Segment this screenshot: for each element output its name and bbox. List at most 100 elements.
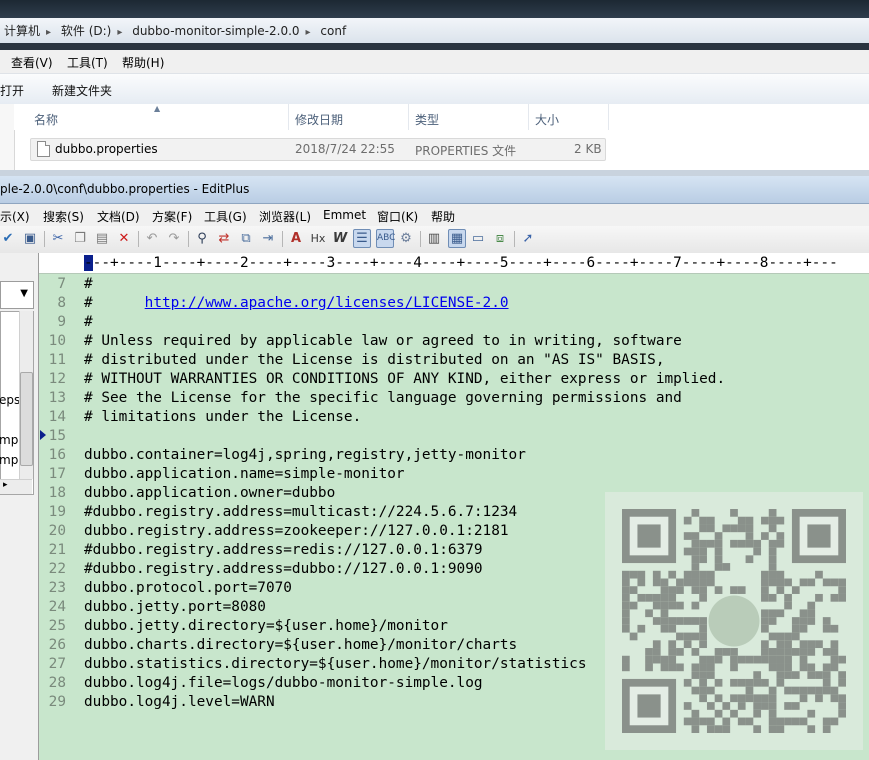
settings-icon[interactable]: ⚙	[398, 230, 414, 247]
code-text: # distributed under the License is distr…	[84, 352, 665, 368]
menu-display[interactable]: 示(X)	[0, 208, 30, 225]
navigation-pane[interactable]	[0, 104, 15, 170]
column-divider[interactable]	[528, 104, 529, 130]
code-line[interactable]: #	[84, 313, 93, 332]
menu-document[interactable]: 文档(D)	[97, 208, 140, 225]
new-folder-button[interactable]: 新建文件夹	[52, 82, 112, 99]
sidebar-item[interactable]: mp	[0, 433, 18, 447]
code-line[interactable]: dubbo.jetty.port=8080	[84, 598, 266, 617]
code-text: # WITHOUT WARRANTIES OR CONDITIONS OF AN…	[84, 371, 726, 387]
directory-window-icon[interactable]: ▦	[448, 229, 466, 248]
column-divider[interactable]	[288, 104, 289, 130]
line-number: 29	[48, 694, 66, 710]
code-line[interactable]: dubbo.protocol.port=7070	[84, 579, 292, 598]
cut-icon[interactable]: ✂	[50, 230, 66, 247]
breadcrumb-conf[interactable]: conf	[320, 24, 346, 38]
menu-tools[interactable]: 工具(G)	[204, 208, 247, 225]
sidebar-horizontal-scrollbar[interactable]: ▸	[0, 479, 32, 494]
menu-project[interactable]: 方案(F)	[152, 208, 192, 225]
code-line[interactable]: dubbo.registry.address=zookeeper://127.0…	[84, 522, 509, 541]
delete-icon[interactable]: ✕	[116, 230, 132, 247]
code-text: #	[84, 295, 145, 311]
breadcrumb-drive[interactable]: 软件 (D:)	[61, 24, 111, 38]
column-divider[interactable]	[408, 104, 409, 130]
toolbar-separator	[514, 231, 515, 247]
font-icon[interactable]: A	[288, 230, 304, 247]
menu-browser[interactable]: 浏览器(L)	[259, 208, 311, 225]
find-in-files-icon[interactable]: ⧉	[238, 230, 254, 247]
cliptext-icon[interactable]: ⧈	[492, 230, 508, 247]
breadcrumb-folder[interactable]: dubbo-monitor-simple-2.0.0	[132, 24, 299, 38]
qr-code-watermark	[605, 492, 863, 750]
column-type[interactable]: 类型	[415, 111, 439, 128]
line-number-icon[interactable]: ☰	[353, 229, 371, 248]
code-text: # Unless required by applicable law or a…	[84, 333, 682, 349]
menu-help[interactable]: 帮助	[431, 208, 455, 225]
code-line[interactable]: # http://www.apache.org/licenses/LICENSE…	[84, 294, 509, 313]
redo-icon[interactable]: ↷	[166, 230, 182, 247]
open-button[interactable]: 打开	[0, 82, 24, 99]
sidebar-item[interactable]: eps	[0, 393, 20, 407]
code-text: #	[84, 276, 93, 292]
menu-emmet[interactable]: Emmet	[323, 208, 366, 222]
chevron-right-icon: ▸	[46, 27, 52, 38]
code-line[interactable]: #dubbo.registry.address=redis://127.0.0.…	[84, 541, 483, 560]
code-line[interactable]: # Unless required by applicable law or a…	[84, 332, 682, 351]
code-line[interactable]: # distributed under the License is distr…	[84, 351, 664, 370]
address-bar[interactable]: 计算机 ▸ 软件 (D:) ▸ dubbo-monitor-simple-2.0.0…	[0, 18, 869, 44]
chevron-right-icon: ▸	[3, 480, 8, 490]
paste-icon[interactable]: ▤	[94, 230, 110, 247]
replace-icon[interactable]: ⇄	[216, 230, 232, 247]
menu-window[interactable]: 窗口(K)	[377, 208, 418, 225]
ruler-icon[interactable]: ABC	[376, 229, 395, 248]
sidebar-item[interactable]: mp	[0, 453, 18, 467]
editplus-menu-bar: 示(X) 搜索(S) 文档(D) 方案(F) 工具(G) 浏览器(L) Emme…	[0, 204, 869, 226]
help-pointer-icon[interactable]: ➚	[520, 230, 536, 247]
layout-icon[interactable]: ▥	[426, 230, 442, 247]
output-window-icon[interactable]: ▭	[470, 230, 486, 247]
spellcheck-icon[interactable]: ✔	[0, 230, 16, 247]
code-line[interactable]: dubbo.log4j.file=logs/dubbo-monitor-simp…	[84, 674, 483, 693]
copy-icon[interactable]: ❐	[72, 230, 88, 247]
column-name[interactable]: 名称	[34, 111, 58, 128]
drive-select[interactable]: ▼	[0, 281, 34, 309]
code-text: dubbo.statistics.directory=${user.home}/…	[84, 656, 587, 672]
file-row[interactable]: dubbo.properties 2018/7/24 22:55 PROPERT…	[30, 138, 606, 161]
code-line[interactable]: # WITHOUT WARRANTIES OR CONDITIONS OF AN…	[84, 370, 725, 389]
column-size[interactable]: 大小	[535, 111, 559, 128]
browser-icon[interactable]: ▣	[22, 230, 38, 247]
code-line[interactable]: # limitations under the License.	[84, 408, 361, 427]
line-number: 8	[57, 295, 66, 311]
file-type: PROPERTIES 文件	[415, 144, 517, 158]
code-line[interactable]: dubbo.charts.directory=${user.home}/moni…	[84, 636, 517, 655]
breadcrumb: 计算机 ▸ 软件 (D:) ▸ dubbo-monitor-simple-2.0.0…	[4, 22, 352, 39]
qr-code-icon	[622, 509, 846, 733]
code-line[interactable]: dubbo.jetty.directory=${user.home}/monit…	[84, 617, 448, 636]
code-line[interactable]: #dubbo.registry.address=dubbo://127.0.0.…	[84, 560, 483, 579]
code-line[interactable]: dubbo.statistics.directory=${user.home}/…	[84, 655, 587, 674]
hex-view-icon[interactable]: Hx	[310, 230, 326, 247]
code-line[interactable]: dubbo.application.owner=dubbo	[84, 484, 335, 503]
license-link[interactable]: http://www.apache.org/licenses/LICENSE-2…	[145, 295, 509, 311]
find-icon[interactable]: ⚲	[194, 230, 210, 247]
menu-view[interactable]: 查看(V)	[11, 54, 53, 71]
menu-help[interactable]: 帮助(H)	[122, 54, 164, 71]
editplus-title-bar[interactable]: ple-2.0.0\conf\dubbo.properties - EditPl…	[0, 176, 869, 204]
code-line[interactable]: #dubbo.registry.address=multicast://224.…	[84, 503, 517, 522]
column-modified[interactable]: 修改日期	[295, 111, 343, 128]
goto-line-icon[interactable]: ⇥	[260, 230, 276, 247]
menu-tools[interactable]: 工具(T)	[67, 54, 108, 71]
column-divider[interactable]	[608, 104, 609, 130]
code-line[interactable]: # See the License for the specific langu…	[84, 389, 682, 408]
code-line[interactable]: dubbo.application.name=simple-monitor	[84, 465, 405, 484]
code-text: dubbo.charts.directory=${user.home}/moni…	[84, 637, 518, 653]
code-line[interactable]: dubbo.container=log4j,spring,registry,je…	[84, 446, 526, 465]
file-modified: 2018/7/24 22:55	[295, 142, 395, 156]
undo-icon[interactable]: ↶	[144, 230, 160, 247]
sidebar-scroll-thumb[interactable]	[20, 372, 33, 466]
code-line[interactable]: dubbo.log4j.level=WARN	[84, 693, 275, 712]
code-line[interactable]: #	[84, 275, 93, 294]
word-wrap-icon[interactable]: W	[332, 230, 348, 247]
menu-search[interactable]: 搜索(S)	[43, 208, 84, 225]
breadcrumb-computer[interactable]: 计算机	[4, 24, 40, 38]
